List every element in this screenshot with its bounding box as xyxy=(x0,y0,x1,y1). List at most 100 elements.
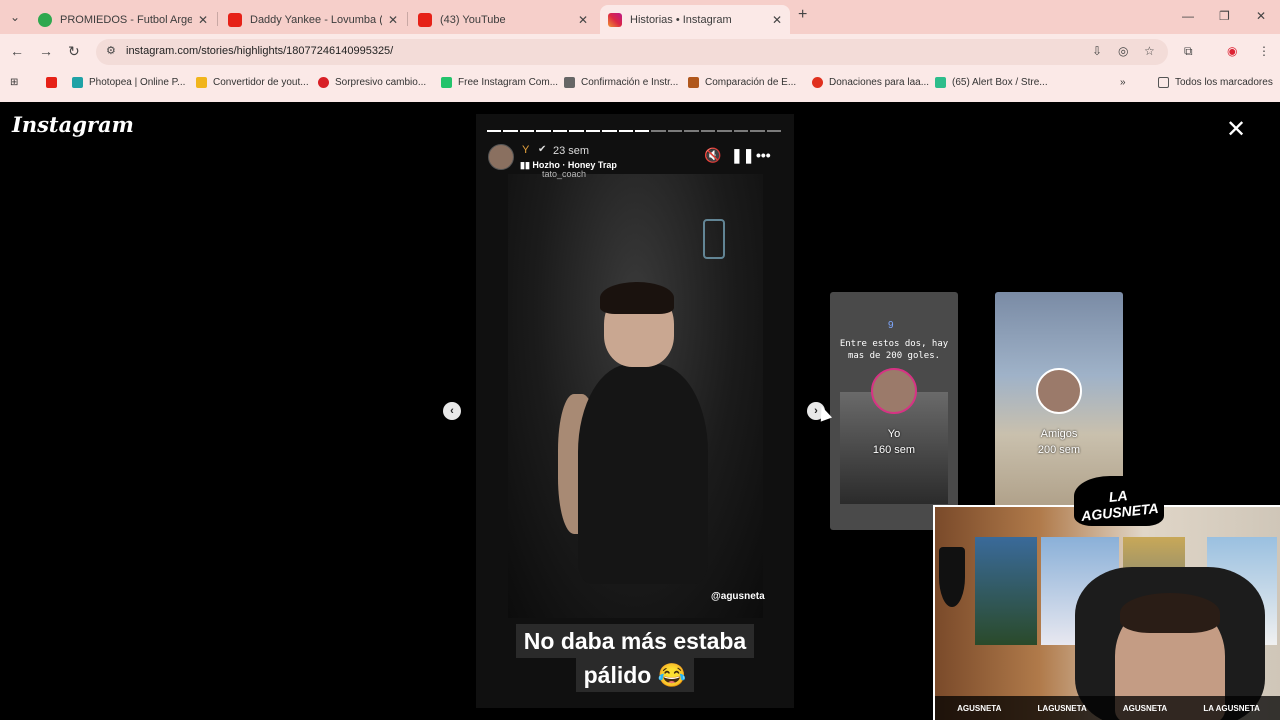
donation-icon xyxy=(812,77,823,88)
bookmark-label: Sorpresivo cambio... xyxy=(335,77,427,88)
club-shield xyxy=(939,547,965,607)
bookmarks-bar: ⊞ Photopea | Online P... Convertidor de … xyxy=(0,70,1280,96)
forward-icon[interactable]: → xyxy=(39,43,53,59)
eye-off-icon[interactable]: ◎ xyxy=(1118,44,1128,58)
progress-segment xyxy=(519,130,535,132)
pause-icon[interactable]: ❚❚ xyxy=(731,147,754,164)
highlight-time: 200 sem xyxy=(1037,444,1081,456)
bookmark-item[interactable]: Sorpresivo cambio... xyxy=(318,77,426,88)
tab-promiedos[interactable]: PROMIEDOS - Futbol Argentino ✕ xyxy=(30,5,216,34)
minimize-icon[interactable]: — xyxy=(1182,9,1194,23)
streamer-hair xyxy=(1120,593,1220,633)
extensions-icon[interactable]: ⧉ xyxy=(1184,44,1193,59)
new-tab-icon[interactable]: + xyxy=(798,6,807,24)
youtube-icon xyxy=(228,12,242,27)
tab-title: (43) YouTube xyxy=(440,13,506,26)
apps-icon[interactable]: ⊞ xyxy=(10,77,18,88)
close-tab-icon[interactable]: ✕ xyxy=(388,13,398,27)
site-info-icon[interactable]: ⚙ xyxy=(106,44,116,57)
highlight-icon: Y xyxy=(522,144,530,156)
bookmark-item[interactable]: Comparación de E... xyxy=(688,77,796,88)
install-app-icon[interactable]: ⇩ xyxy=(1092,44,1102,58)
story-watermark: @agusneta xyxy=(711,591,765,602)
progress-segment xyxy=(766,130,781,132)
story-photo-hair xyxy=(600,282,674,314)
social-handle: LAGUSNETA xyxy=(1037,703,1087,713)
story-caption: No daba más estaba pálido 😂 xyxy=(476,624,794,692)
close-tab-icon[interactable]: ✕ xyxy=(578,13,588,27)
brand-logo: LA AGUSNETA xyxy=(1074,476,1164,526)
story-progress-bar xyxy=(487,130,781,132)
profile-icon[interactable]: ◉ xyxy=(1227,44,1237,58)
card-badge: 9 xyxy=(888,320,894,331)
bookmark-label: Comparación de E... xyxy=(705,77,797,88)
instagram-logo[interactable]: Instagram xyxy=(12,112,134,137)
close-stories-icon[interactable]: ✕ xyxy=(1226,118,1246,142)
menu-icon[interactable]: ⋮ xyxy=(1258,44,1270,58)
bookmark-item[interactable]: Confirmación e Instr... xyxy=(564,77,678,88)
folder-icon xyxy=(1158,77,1169,88)
url-text[interactable]: instagram.com/stories/highlights/1807724… xyxy=(126,45,393,57)
progress-segment xyxy=(684,130,699,132)
folder-icon xyxy=(196,77,207,88)
bookmark-item[interactable]: (65) Alert Box / Stre... xyxy=(935,77,1048,88)
highlight-card-yo[interactable]: 9 Entre estos dos, hay mas de 200 goles.… xyxy=(830,292,958,530)
previous-story-icon[interactable]: ‹ xyxy=(443,402,461,420)
close-tab-icon[interactable]: ✕ xyxy=(198,13,208,27)
story-tagged-user[interactable]: tato_coach xyxy=(542,169,586,179)
progress-segment xyxy=(618,130,633,132)
verified-icon: ✔ xyxy=(538,144,547,155)
progress-segment xyxy=(717,130,732,132)
bookmark-item[interactable]: Free Instagram Com... xyxy=(441,77,558,88)
story-time: 23 sem xyxy=(553,145,590,157)
social-handles: AGUSNETA LAGUSNETA AGUSNETA LA AGUSNETA xyxy=(935,696,1280,720)
restore-icon[interactable]: ❐ xyxy=(1219,9,1230,23)
tab-instagram-stories[interactable]: Historias • Instagram ✕ xyxy=(600,5,790,34)
chart-icon xyxy=(688,77,699,88)
mute-icon[interactable]: 🔇 xyxy=(704,147,721,164)
progress-segment xyxy=(487,130,502,132)
bookmark-item[interactable]: Convertidor de yout... xyxy=(196,77,309,88)
caption-line: pálido 😂 xyxy=(575,658,695,692)
alert-box-icon xyxy=(935,77,946,88)
progress-segment xyxy=(733,130,749,132)
bookmark-label: Convertidor de yout... xyxy=(213,77,309,88)
progress-segment xyxy=(651,130,666,132)
tab-title: Daddy Yankee - Lovumba (Audio) xyxy=(250,13,382,26)
bookmark-youtube[interactable] xyxy=(46,77,63,88)
bookmark-item[interactable]: Donaciones para laa... xyxy=(812,77,929,88)
link-icon xyxy=(564,77,575,88)
close-tab-icon[interactable]: ✕ xyxy=(772,13,782,27)
bookmark-item[interactable]: Photopea | Online P... xyxy=(72,77,185,88)
bookmark-star-icon[interactable]: ☆ xyxy=(1144,44,1155,58)
tab-youtube[interactable]: (43) YouTube ✕ xyxy=(410,5,596,34)
more-options-icon[interactable]: ••• xyxy=(756,147,771,163)
brand-text: LA AGUSNETA xyxy=(1080,487,1160,524)
progress-segment xyxy=(585,130,601,132)
tab-daddy-yankee[interactable]: Daddy Yankee - Lovumba (Audio) ✕ xyxy=(220,5,406,34)
card-text: Entre estos dos, hay mas de 200 goles. xyxy=(839,339,949,361)
close-window-icon[interactable]: ✕ xyxy=(1256,9,1266,23)
more-bookmarks-icon[interactable]: » xyxy=(1120,77,1126,88)
highlight-time: 160 sem xyxy=(872,444,916,456)
all-bookmarks-label: Todos los marcadores xyxy=(1175,77,1273,88)
all-bookmarks[interactable]: Todos los marcadores xyxy=(1158,77,1273,88)
tab-title: PROMIEDOS - Futbol Argentino xyxy=(60,13,192,26)
caption-line: No daba más estaba xyxy=(515,624,755,658)
reload-icon[interactable]: ↻ xyxy=(68,43,80,60)
back-icon[interactable]: ← xyxy=(10,43,24,59)
progress-segment xyxy=(552,130,568,132)
social-handle: AGUSNETA xyxy=(1122,703,1168,713)
address-bar[interactable]: ⚙ instagram.com/stories/highlights/18077… xyxy=(96,39,1168,65)
tab-title: Historias • Instagram xyxy=(630,13,732,26)
tab-search-icon[interactable]: ⌄ xyxy=(10,10,20,24)
progress-segment xyxy=(602,130,617,132)
bookmark-label: Confirmación e Instr... xyxy=(581,77,679,88)
checkmark-icon xyxy=(441,77,452,88)
progress-segment xyxy=(569,130,584,132)
story-viewer[interactable]: Y ✔ 23 sem ▮▮ Hozho · Honey Trap tato_co… xyxy=(476,114,794,708)
neon-sign xyxy=(703,219,725,259)
photopea-icon xyxy=(72,77,83,88)
story-avatar[interactable] xyxy=(488,144,514,170)
progress-segment xyxy=(750,130,765,132)
